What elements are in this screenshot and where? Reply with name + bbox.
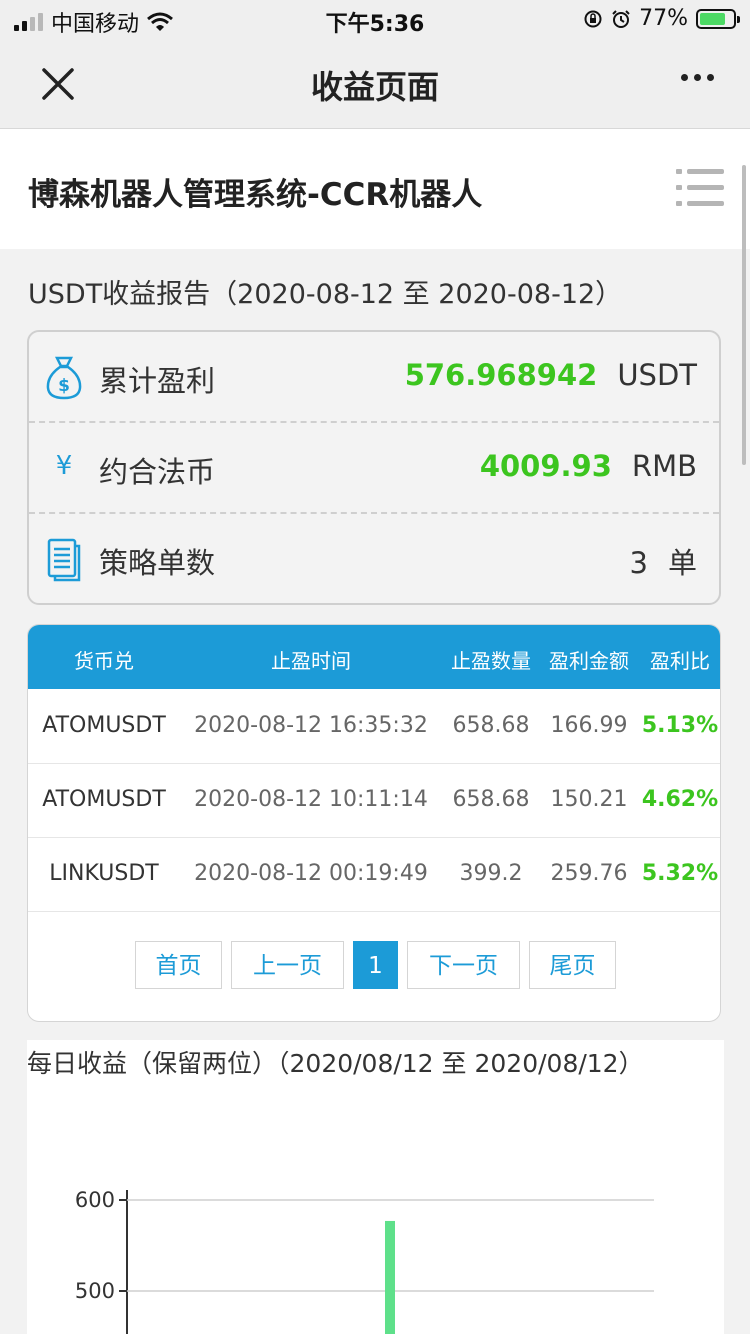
cell-ratio: 4.62%: [641, 787, 719, 812]
more-icon[interactable]: [681, 74, 714, 81]
fiat-label: 约合法币: [99, 455, 216, 489]
cell-ratio: 5.32%: [641, 861, 719, 886]
summary-profit-row: $ 累计盈利 576.968942 USDT: [29, 332, 719, 423]
fiat-value: 4009.93 RMB: [480, 449, 697, 483]
current-page-button[interactable]: 1: [353, 941, 398, 989]
cell-pair: ATOMUSDT: [42, 787, 166, 812]
bar-2020/08/12: [385, 1220, 395, 1334]
orders-value: 3单: [630, 540, 697, 582]
table-row[interactable]: ATOMUSDT 2020-08-12 10:11:14 658.68 150.…: [28, 763, 720, 838]
first-page-button[interactable]: 首页: [135, 941, 222, 989]
summary-card: $ 累计盈利 576.968942 USDT ¥ 约合法币 4009.93 RMB …: [27, 330, 721, 605]
page-title: 收益页面: [310, 68, 439, 106]
cell-pair: LINKUSDT: [49, 861, 159, 886]
profit-amount: 576.968942: [404, 358, 598, 392]
scrollbar[interactable]: [742, 165, 746, 465]
summary-fiat-row: ¥ 约合法币 4009.93 RMB: [29, 423, 719, 514]
app-header: 博森机器人管理系统-CCR机器人: [0, 129, 750, 249]
status-bar: 中国移动 下午5:36 77%: [0, 0, 750, 40]
summary-orders-row: 策略单数 3单: [29, 514, 719, 605]
header-quantity: 止盈数量: [451, 649, 531, 673]
profit-table: 货币兑 止盈时间 止盈数量 盈利金额 盈利比 ATOMUSDT 2020-08-…: [27, 624, 721, 1022]
orders-count: 3: [629, 546, 648, 580]
cell-quantity: 658.68: [452, 787, 530, 812]
menu-list-icon[interactable]: [676, 167, 724, 209]
svg-text:$: $: [58, 376, 70, 396]
orders-label: 策略单数: [99, 546, 216, 580]
cell-time: 2020-08-12 16:35:32: [194, 713, 428, 738]
app-title: 博森机器人管理系统-CCR机器人: [28, 177, 483, 213]
report-title: USDT收益报告（2020-08-12 至 2020-08-12）: [28, 279, 623, 310]
header-ratio: 盈利比: [650, 649, 710, 673]
profit-unit: USDT: [617, 358, 697, 392]
header-amount: 盈利金额: [549, 649, 629, 673]
last-page-button[interactable]: 尾页: [529, 941, 616, 989]
battery-fill: [700, 12, 725, 25]
cell-amount: 259.76: [550, 861, 628, 886]
cell-quantity: 399.2: [459, 861, 523, 886]
rotation-lock-icon: [584, 10, 602, 27]
status-right: 77%: [583, 6, 740, 31]
cell-quantity: 658.68: [452, 713, 530, 738]
table-row[interactable]: ATOMUSDT 2020-08-12 16:35:32 658.68 166.…: [28, 689, 720, 764]
chart-canvas: 500 600: [75, 1188, 654, 1334]
chart-title: 每日收益（保留两位）（2020/08/12 至 2020/08/12）: [27, 1049, 644, 1078]
cell-ratio: 5.13%: [641, 713, 719, 738]
document-icon: [47, 538, 81, 582]
pagination: 首页 上一页 1 下一页 尾页: [28, 941, 720, 991]
profit-label: 累计盈利: [99, 364, 216, 398]
battery-icon: [696, 8, 740, 29]
cell-pair: ATOMUSDT: [42, 713, 166, 738]
cell-amount: 166.99: [550, 713, 628, 738]
table-header: 货币兑 止盈时间 止盈数量 盈利金额 盈利比: [28, 625, 720, 689]
fiat-amount: 4009.93: [479, 449, 612, 483]
money-bag-icon: $: [46, 356, 82, 400]
prev-page-button[interactable]: 上一页: [231, 941, 344, 989]
cell-time: 2020-08-12 00:19:49: [194, 861, 428, 886]
daily-profit-chart: 500 600 每日收益（保留两位）（2020/08/12 至 2020/08/1…: [27, 1040, 724, 1334]
alarm-icon: [612, 9, 630, 28]
table-row[interactable]: LINKUSDT 2020-08-12 00:19:49 399.2 259.7…: [28, 837, 720, 912]
battery-percent: 77%: [639, 6, 688, 31]
header-pair: 货币兑: [74, 649, 134, 673]
orders-unit: 单: [667, 546, 697, 580]
cell-time: 2020-08-12 10:11:14: [194, 787, 428, 812]
y-tick-label: 600: [75, 1188, 115, 1212]
cell-amount: 150.21: [550, 787, 628, 812]
nav-bar: 收益页面: [0, 40, 750, 129]
y-tick-label: 500: [75, 1279, 115, 1303]
fiat-unit: RMB: [631, 449, 697, 483]
yen-icon: ¥: [55, 451, 73, 481]
next-page-button[interactable]: 下一页: [407, 941, 520, 989]
header-time: 止盈时间: [271, 649, 351, 673]
profit-value: 576.968942 USDT: [405, 358, 697, 392]
